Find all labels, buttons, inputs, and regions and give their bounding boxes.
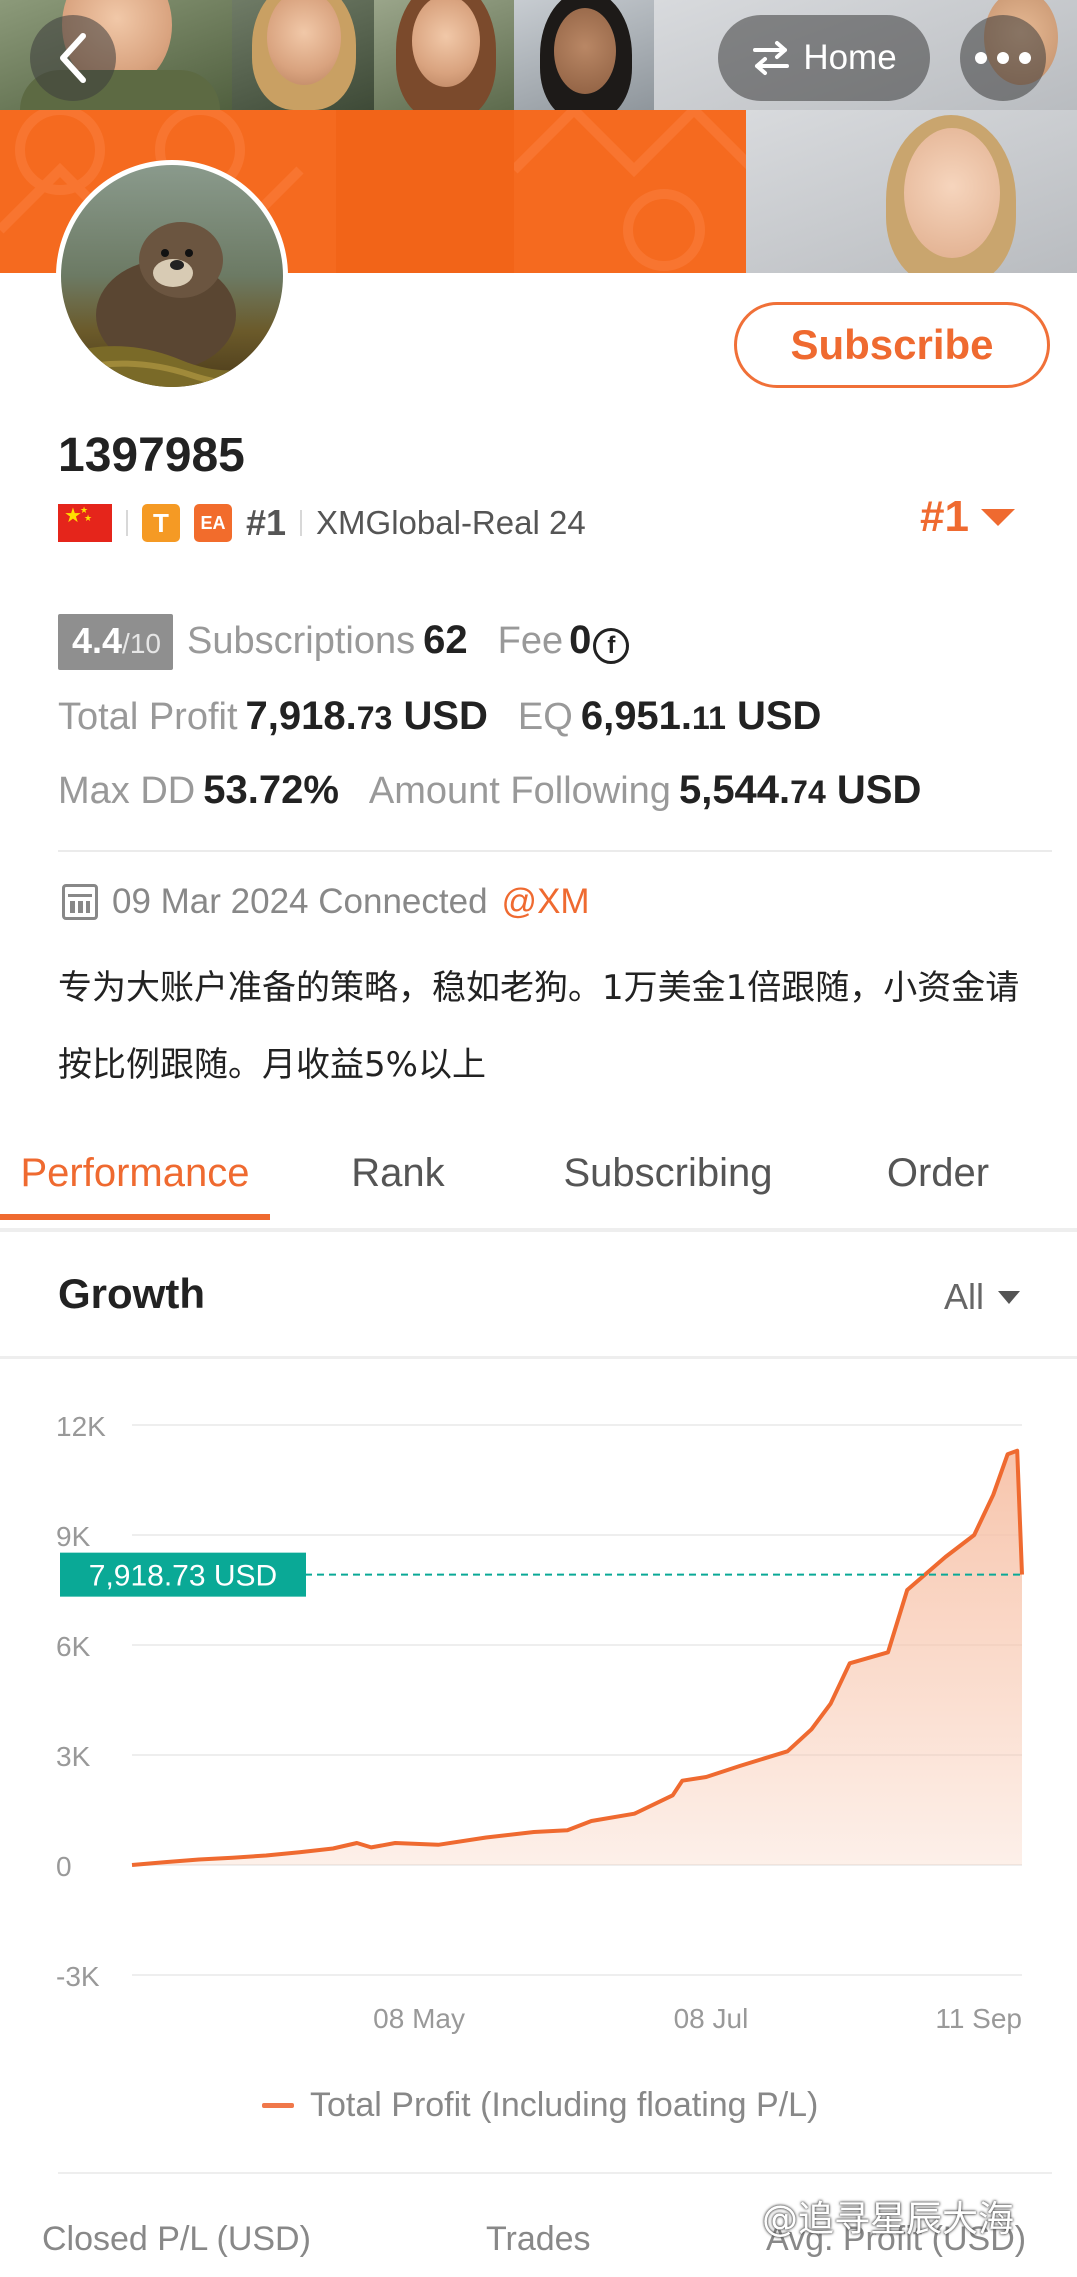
- cover-photo-4: [514, 0, 654, 110]
- y-tick-label: 3K: [56, 1741, 91, 1772]
- cover-photo-2: [232, 0, 374, 110]
- tag-ea-badge: EA: [194, 504, 232, 542]
- caret-down-icon: [998, 1290, 1021, 1304]
- growth-chart: 12K 9K 6K 3K 0 -3K 08 May 08 Jul 11 Sep 7,918.73 …: [56, 1411, 1024, 2034]
- tab-performance[interactable]: Performance: [0, 1130, 270, 1220]
- tabs-underline-track: [0, 1228, 1077, 1232]
- stats-row-2: Total Profit 7,918.73 USD EQ 6,951.11 US…: [58, 694, 821, 739]
- legend-label: Total Profit (Including floating P/L): [310, 2086, 819, 2124]
- user-id: 1397985: [58, 429, 245, 482]
- fee-label: Fee: [497, 620, 564, 662]
- subscriptions-value: 62: [423, 618, 468, 662]
- back-button[interactable]: [30, 15, 116, 101]
- more-dots-icon: [975, 52, 1031, 64]
- x-tick-label: 08 May: [373, 2003, 465, 2034]
- watermark-text: @追寻星辰大海: [762, 2199, 1015, 2240]
- fee-value: 0: [569, 618, 592, 662]
- closed-pl-header: Closed P/L (USD): [42, 2220, 311, 2258]
- divider: [58, 850, 1052, 852]
- divider: [126, 510, 128, 536]
- y-tick-label: 12K: [56, 1411, 106, 1442]
- trades-header: Trades: [486, 2220, 591, 2258]
- max-dd-label: Max DD: [58, 770, 196, 812]
- score-badge: 4.4/10: [58, 614, 173, 670]
- chevron-left-icon: [60, 33, 86, 83]
- tag-t-badge: T: [142, 504, 180, 542]
- tab-bar: Performance Rank Subscribing Order: [0, 1130, 1077, 1230]
- connected-info: 09 Mar 2024 Connected @XM: [62, 882, 590, 922]
- range-dropdown[interactable]: All: [944, 1276, 1021, 1318]
- home-button[interactable]: Home: [718, 15, 930, 101]
- stats-row-1: 4.4/10 Subscriptions 62 Fee 0 f: [58, 614, 630, 670]
- legend-swatch: [262, 2103, 294, 2108]
- avatar: [56, 160, 288, 392]
- divider: [300, 510, 303, 536]
- calendar-icon: [62, 884, 98, 920]
- subscribe-button[interactable]: Subscribe: [734, 302, 1050, 388]
- subscriptions-label: Subscriptions: [186, 620, 416, 662]
- strategy-description: 专为大账户准备的策略，稳如老狗。1万美金1倍跟随，小资金请按比例跟随。月收益5%…: [58, 968, 1020, 1085]
- x-tick-label: 08 Jul: [674, 2003, 749, 2034]
- divider: [58, 2172, 1052, 2174]
- tab-order[interactable]: Order: [803, 1130, 1073, 1216]
- more-options-button[interactable]: [960, 15, 1046, 101]
- swap-arrows-icon: [753, 41, 790, 75]
- y-tick-label: 9K: [56, 1521, 91, 1552]
- caret-down-icon: [980, 508, 1015, 526]
- eq-value: 6,951.11 USD: [580, 694, 822, 738]
- rank-value: #1: [920, 492, 969, 541]
- stats-row-3: Max DD 53.72% Amount Following 5,544.74 …: [58, 768, 921, 813]
- x-tick-label: 11 Sep: [935, 2003, 1022, 2034]
- max-dd-value: 53.72%: [203, 768, 339, 812]
- home-label: Home: [803, 38, 897, 77]
- total-profit-label: Total Profit: [58, 696, 238, 738]
- y-tick-label: 0: [56, 1851, 72, 1882]
- y-tick-label: -3K: [56, 1961, 100, 1992]
- range-value: All: [944, 1276, 985, 1317]
- y-tick-label: 6K: [56, 1631, 91, 1662]
- eq-label: EQ: [517, 696, 573, 738]
- tab-rank[interactable]: Rank: [263, 1130, 533, 1216]
- server-name: XMGlobal-Real 24: [316, 504, 586, 541]
- amount-following-value: 5,544.74 USD: [678, 768, 922, 812]
- cover-photo-3: [374, 0, 514, 110]
- current-value-label: 7,918.73 USD: [89, 1560, 277, 1593]
- cover-photo-6: [746, 110, 1077, 273]
- total-profit-value: 7,918.73 USD: [245, 694, 488, 738]
- score-max: /10: [122, 628, 161, 659]
- series-area: [132, 1450, 1022, 1865]
- china-flag-icon: ★ ★ ★: [58, 504, 112, 542]
- connected-date: 09 Mar 2024 Connected: [112, 882, 488, 921]
- otter-avatar-image: [61, 222, 283, 387]
- amount-following-label: Amount Following: [368, 770, 671, 812]
- cover-orange-block-3: [514, 110, 746, 273]
- chart-legend: Total Profit (Including floating P/L): [262, 2086, 818, 2125]
- score-value: 4.4: [72, 620, 123, 661]
- growth-title: Growth: [58, 1270, 205, 1317]
- fee-currency-icon: f: [593, 628, 630, 664]
- section-divider: [0, 1356, 1077, 1359]
- cover-orange-block-2: [336, 110, 514, 273]
- tab-subscribing[interactable]: Subscribing: [533, 1130, 803, 1216]
- rank-dropdown[interactable]: #1: [920, 492, 1015, 542]
- broker-link[interactable]: @XM: [502, 882, 590, 922]
- badge-row: ★ ★ ★ T EA #1 XMGlobal-Real 24: [58, 500, 586, 546]
- rank-badge: #1: [246, 502, 287, 543]
